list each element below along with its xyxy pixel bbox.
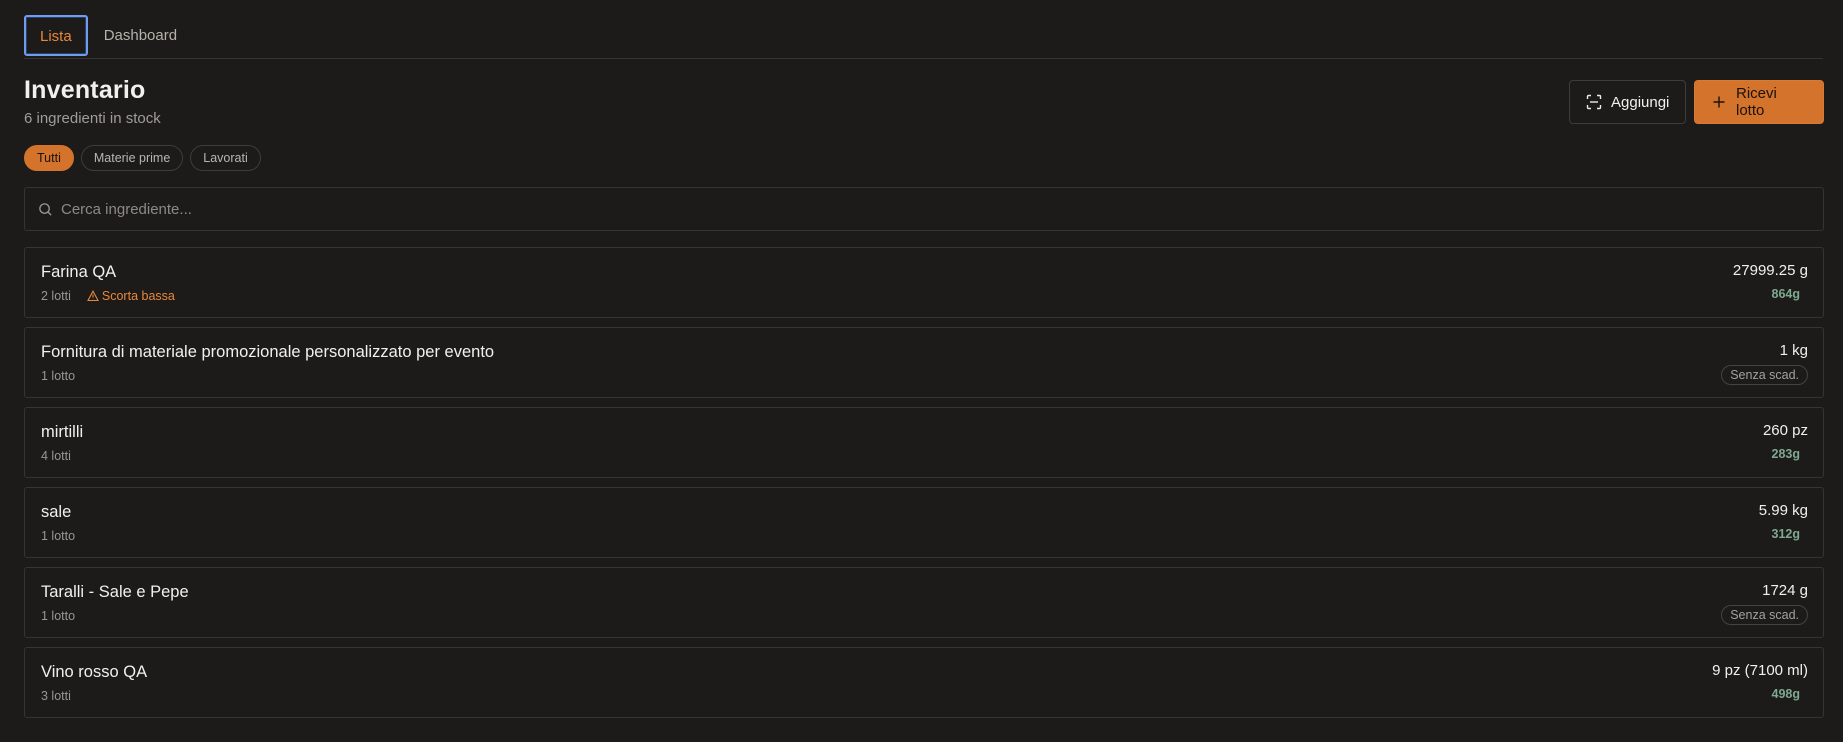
filter-chip-lavorati[interactable]: Lavorati — [190, 145, 261, 171]
ingredient-name: Fornitura di materiale promozionale pers… — [41, 343, 495, 361]
add-button-label: Aggiungi — [1611, 93, 1670, 111]
tab-lista[interactable]: Lista — [24, 15, 88, 56]
low-stock-warning: Scorta bassa — [86, 289, 175, 303]
ingredient-meta: 1 lotto — [41, 529, 75, 543]
app: Lista Dashboard Inventario 6 ingredienti… — [0, 0, 1843, 742]
ingredient-name: mirtilli — [41, 423, 84, 441]
ingredient-name: Taralli - Sale e Pepe — [41, 583, 189, 601]
ingredient-meta: 3 lotti — [41, 689, 71, 703]
lot-count: 1 lotto — [41, 529, 76, 543]
header-actions: Aggiungi Ricevi lotto — [1569, 80, 1824, 124]
tab-dashboard[interactable]: Dashboard — [88, 15, 193, 58]
add-button[interactable]: Aggiungi — [1569, 80, 1686, 124]
filter-chip-tutti[interactable]: Tutti — [24, 145, 74, 171]
search-input[interactable] — [61, 189, 1823, 229]
receive-lot-button[interactable]: Ricevi lotto — [1694, 80, 1824, 124]
ingredient-name: sale — [41, 503, 72, 521]
stock-quantity: 9 pz (7100 ml) — [1712, 662, 1808, 679]
lot-count: 2 lotti — [41, 289, 71, 303]
stock-secondary-value: 283g — [1771, 447, 1801, 461]
no-expiry-badge: Senza scad. — [1721, 605, 1808, 625]
stock-secondary-value: 498g — [1771, 687, 1801, 701]
ingredient-meta: 1 lotto — [41, 609, 75, 623]
search-icon — [39, 202, 52, 216]
stock-quantity: 1724 g — [1762, 582, 1808, 599]
stock-quantity: 1 kg — [1779, 342, 1808, 359]
stock-quantity: 27999.25 g — [1732, 262, 1808, 279]
stock-quantity: 5.99 kg — [1758, 502, 1808, 519]
scan-icon — [1586, 94, 1602, 110]
ingredient-name: Farina QA — [41, 263, 117, 281]
page-title: Inventario — [24, 76, 146, 104]
lot-count: 1 lotto — [41, 609, 76, 623]
tab-bar: Lista Dashboard — [24, 15, 1823, 59]
warning-label: Scorta bassa — [101, 289, 175, 303]
no-expiry-badge: Senza scad. — [1721, 365, 1808, 385]
lot-count: 4 lotti — [41, 449, 71, 463]
warning-icon — [86, 290, 99, 302]
receive-lot-button-label: Ricevi lotto — [1736, 85, 1777, 119]
lot-count: 3 lotti — [41, 689, 71, 703]
search-box — [24, 187, 1824, 231]
ingredient-row[interactable]: mirtilli 4 lotti 260 pz 283g — [24, 407, 1824, 478]
plus-icon — [1711, 94, 1727, 110]
ingredient-row[interactable]: sale 1 lotto 5.99 kg 312g — [24, 487, 1824, 558]
ingredient-name: Vino rosso QA — [41, 663, 148, 681]
filter-chip-materie-prime[interactable]: Materie prime — [80, 145, 184, 171]
stock-secondary-value: 312g — [1771, 527, 1801, 541]
ingredient-meta: 2 lotti Scorta bassa — [41, 289, 175, 303]
ingredient-meta: 4 lotti — [41, 449, 71, 463]
ingredient-row[interactable]: Taralli - Sale e Pepe 1 lotto 1724 g Sen… — [24, 567, 1824, 638]
ingredient-row[interactable]: Fornitura di materiale promozionale pers… — [24, 327, 1824, 398]
ingredient-meta: 1 lotto — [41, 369, 75, 383]
filter-chips: Tutti Materie prime Lavorati — [24, 145, 261, 171]
stock-quantity: 260 pz — [1762, 422, 1808, 439]
ingredient-row[interactable]: Farina QA 2 lotti Scorta bassa 27999.25 … — [24, 247, 1824, 318]
page-subtitle: 6 ingredienti in stock — [24, 110, 161, 127]
ingredient-list: Farina QA 2 lotti Scorta bassa 27999.25 … — [24, 247, 1824, 727]
stock-secondary-value: 864g — [1771, 287, 1801, 301]
ingredient-row[interactable]: Vino rosso QA 3 lotti 9 pz (7100 ml) 498… — [24, 647, 1824, 718]
lot-count: 1 lotto — [41, 369, 76, 383]
